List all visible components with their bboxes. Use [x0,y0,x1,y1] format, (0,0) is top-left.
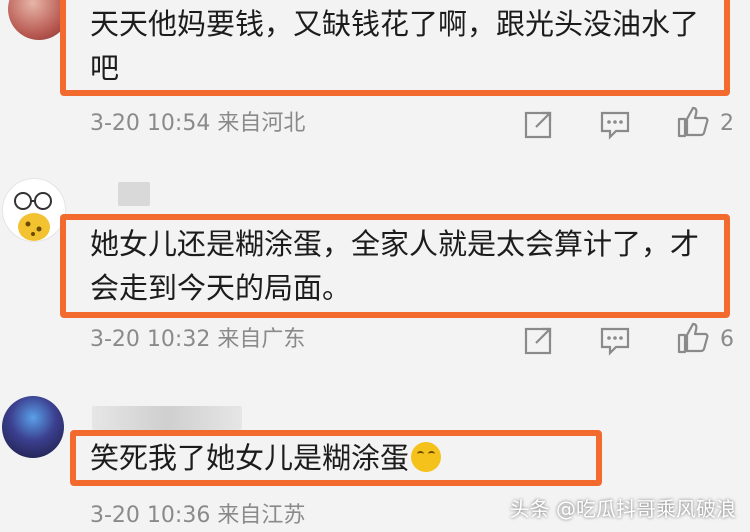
comment-text: 天天他妈要钱，又缺钱花了啊，跟光头没油水了 吧 [90,7,700,85]
comment-time: 10:32 [146,327,211,352]
comment-text: 笑死我了她女儿是糊涂蛋 [90,436,442,480]
username-placeholder[interactable] [92,406,242,430]
comment-date: 3-20 [90,327,140,352]
avatar[interactable] [2,396,64,458]
comment-time: 10:54 [146,111,211,136]
comment-icon[interactable] [598,323,632,357]
avatar[interactable] [2,178,66,242]
share-icon[interactable] [522,323,556,357]
comment-location: 来自河北 [217,111,306,136]
username-placeholder[interactable] [118,182,150,206]
comment-meta: 3-20 10:54 来自河北 [90,110,305,138]
like-icon[interactable] [676,105,710,139]
watermark: 头条 @吃瓜抖哥乘风破浪 [509,497,736,521]
like-count: 2 [720,111,734,136]
comment-date: 3-20 [90,503,140,528]
comment-icon[interactable] [598,107,632,141]
giraffe-avatar-icon [14,192,52,241]
comment-meta: 3-20 10:32 来自广东 [90,326,305,354]
comment-location: 来自广东 [217,327,306,352]
comment-meta: 3-20 10:36 来自江苏 [90,502,305,530]
laughing-emoji-icon [411,442,442,472]
comment-time: 10:36 [146,503,211,528]
comment-1: 天天他妈要钱，又缺钱花了啊，跟光头没油水了 吧 3-20 10:54 来自河北 … [0,0,750,150]
comment-2: 她女儿还是糊涂蛋，全家人就是太会算计了，才 会走到今天的局面。 3-20 10:… [0,168,750,368]
share-icon[interactable] [522,107,556,141]
like-icon[interactable] [676,321,710,355]
comment-date: 3-20 [90,111,140,136]
comment-text: 她女儿还是糊涂蛋，全家人就是太会算计了，才 会走到今天的局面。 [90,227,700,305]
comment-location: 来自江苏 [217,503,306,528]
like-count: 6 [720,327,734,352]
